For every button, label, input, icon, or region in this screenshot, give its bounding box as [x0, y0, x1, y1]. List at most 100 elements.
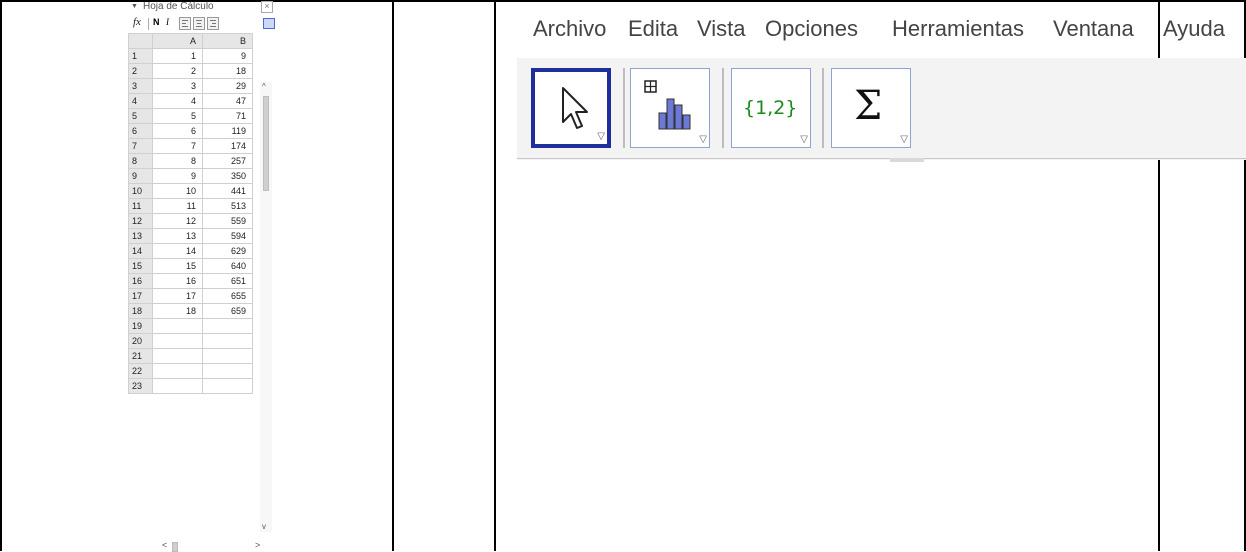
row-header[interactable]: 22: [128, 363, 153, 379]
cell-a[interactable]: 8: [152, 153, 203, 169]
cell-a[interactable]: 17: [152, 288, 203, 304]
cell-a[interactable]: 10: [152, 183, 203, 199]
cell-a[interactable]: [152, 378, 203, 394]
align-left-icon[interactable]: [179, 17, 191, 30]
row-header[interactable]: 21: [128, 348, 153, 364]
cell-a[interactable]: 12: [152, 213, 203, 229]
cell-a[interactable]: [152, 318, 203, 334]
move-tool-button[interactable]: ▽: [531, 68, 611, 148]
italic-button[interactable]: I: [166, 17, 169, 27]
cell-a[interactable]: 9: [152, 168, 203, 184]
menu-ayuda[interactable]: Ayuda: [1163, 16, 1225, 42]
cell-b[interactable]: 9: [202, 48, 253, 64]
row-header[interactable]: 4: [128, 93, 153, 109]
cell-b[interactable]: 18: [202, 63, 253, 79]
cell-a[interactable]: 11: [152, 198, 203, 214]
cell-b[interactable]: [202, 333, 253, 349]
cell-b[interactable]: 659: [202, 303, 253, 319]
scroll-down-icon[interactable]: v: [262, 522, 266, 531]
list-tool-button[interactable]: {1,2} ▽: [731, 68, 811, 148]
cell-b[interactable]: 629: [202, 243, 253, 259]
row-header[interactable]: 6: [128, 123, 153, 139]
tool-menu-triangle-icon[interactable]: ▽: [597, 132, 605, 142]
cell-a[interactable]: 5: [152, 108, 203, 124]
cell-b[interactable]: [202, 348, 253, 364]
cell-a[interactable]: 6: [152, 123, 203, 139]
row-header[interactable]: 12: [128, 213, 153, 229]
row-header[interactable]: 11: [128, 198, 153, 214]
row-header[interactable]: 18: [128, 303, 153, 319]
sum-tool-button[interactable]: Σ ▽: [831, 68, 911, 148]
cell-b[interactable]: [202, 363, 253, 379]
cell-b[interactable]: [202, 378, 253, 394]
row-header[interactable]: 19: [128, 318, 153, 334]
cell-a[interactable]: 1: [152, 48, 203, 64]
cell-b[interactable]: [202, 318, 253, 334]
row-header[interactable]: 3: [128, 78, 153, 94]
tool-menu-triangle-icon[interactable]: ▽: [800, 135, 808, 145]
row-header[interactable]: 20: [128, 333, 153, 349]
cell-a[interactable]: 18: [152, 303, 203, 319]
cell-a[interactable]: 7: [152, 138, 203, 154]
cell-b[interactable]: 47: [202, 93, 253, 109]
cell-b[interactable]: 559: [202, 213, 253, 229]
cell-a[interactable]: 2: [152, 63, 203, 79]
cell-b[interactable]: 174: [202, 138, 253, 154]
row-header[interactable]: 15: [128, 258, 153, 274]
close-icon[interactable]: ×: [261, 1, 273, 13]
row-header[interactable]: 9: [128, 168, 153, 184]
cell-b[interactable]: 71: [202, 108, 253, 124]
row-header[interactable]: 13: [128, 228, 153, 244]
scroll-right-icon[interactable]: >: [255, 540, 260, 550]
cell-b[interactable]: 257: [202, 153, 253, 169]
menu-vista[interactable]: Vista: [697, 16, 746, 42]
cell-a[interactable]: [152, 333, 203, 349]
menu-herramientas[interactable]: Herramientas: [892, 16, 1024, 42]
chart-tool-button[interactable]: ▽: [630, 68, 710, 148]
align-right-icon[interactable]: [207, 17, 219, 30]
menu-edita[interactable]: Edita: [628, 16, 678, 42]
cell-a[interactable]: 4: [152, 93, 203, 109]
bold-button[interactable]: N: [153, 17, 160, 27]
scroll-up-icon[interactable]: ^: [262, 82, 266, 91]
tool-menu-triangle-icon[interactable]: ▽: [900, 135, 908, 145]
view-splitter-handle[interactable]: [890, 158, 924, 162]
row-header[interactable]: 14: [128, 243, 153, 259]
tool-menu-triangle-icon[interactable]: ▽: [699, 135, 707, 145]
row-header[interactable]: 10: [128, 183, 153, 199]
row-header[interactable]: 16: [128, 273, 153, 289]
input-bar-icon[interactable]: fx: [133, 16, 141, 28]
cell-a[interactable]: 16: [152, 273, 203, 289]
row-header[interactable]: 23: [128, 378, 153, 394]
cell-b[interactable]: 640: [202, 258, 253, 274]
row-header[interactable]: 5: [128, 108, 153, 124]
cell-b[interactable]: 350: [202, 168, 253, 184]
cell-a[interactable]: [152, 348, 203, 364]
menu-opciones[interactable]: Opciones: [765, 16, 858, 42]
cell-b[interactable]: 655: [202, 288, 253, 304]
collapse-icon[interactable]: ▼: [131, 3, 138, 10]
scroll-left-icon[interactable]: <: [162, 540, 167, 550]
vertical-scroll-thumb[interactable]: [263, 96, 269, 191]
row-header[interactable]: 17: [128, 288, 153, 304]
row-header[interactable]: 1: [128, 48, 153, 64]
cell-b[interactable]: 441: [202, 183, 253, 199]
align-center-icon[interactable]: [193, 17, 205, 30]
cell-a[interactable]: [152, 363, 203, 379]
menu-ventana[interactable]: Ventana: [1053, 16, 1134, 42]
column-header-a[interactable]: A: [152, 33, 203, 49]
menu-archivo[interactable]: Archivo: [533, 16, 606, 42]
column-header-b[interactable]: B: [202, 33, 253, 49]
cell-a[interactable]: 3: [152, 78, 203, 94]
cell-a[interactable]: 15: [152, 258, 203, 274]
horizontal-scrollbar[interactable]: < >: [147, 540, 267, 552]
cell-b[interactable]: 29: [202, 78, 253, 94]
cell-border-icon[interactable]: [263, 18, 275, 29]
cell-b[interactable]: 651: [202, 273, 253, 289]
row-header[interactable]: 8: [128, 153, 153, 169]
cell-b[interactable]: 594: [202, 228, 253, 244]
cell-a[interactable]: 13: [152, 228, 203, 244]
row-header[interactable]: 2: [128, 63, 153, 79]
cell-b[interactable]: 119: [202, 123, 253, 139]
row-header[interactable]: 7: [128, 138, 153, 154]
